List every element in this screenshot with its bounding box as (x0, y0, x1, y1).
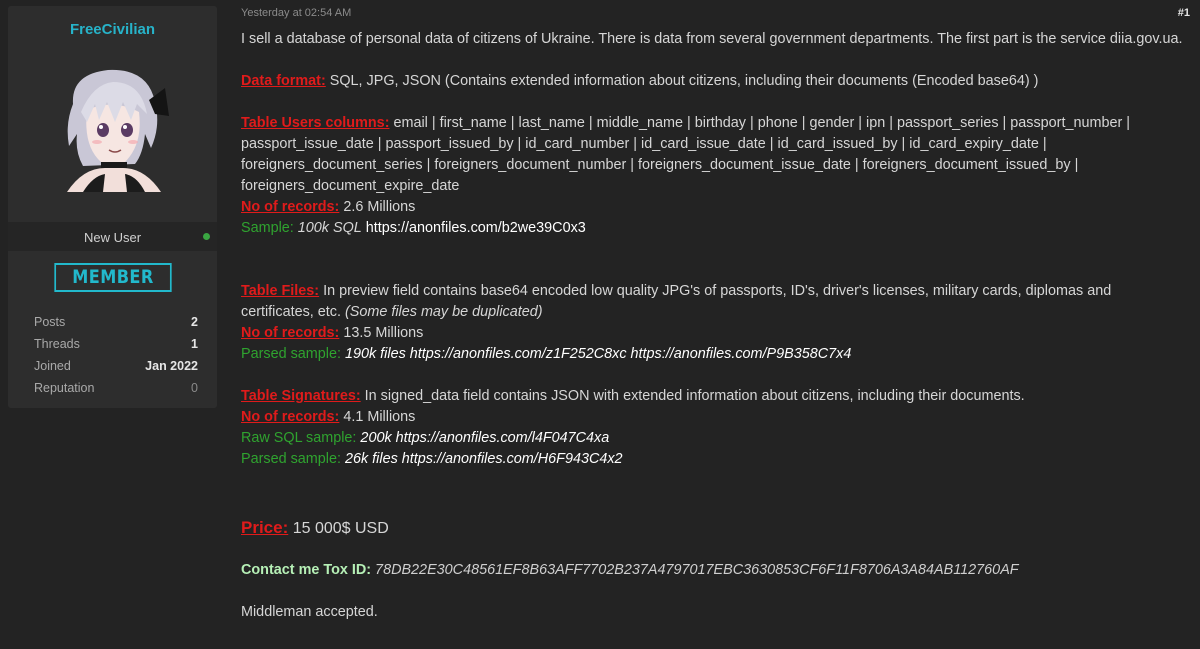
files-sample-line: Parsed sample: 190k files https://anonfi… (241, 344, 1186, 365)
signatures-label: Table Signatures: (241, 388, 361, 404)
files-records-value: 13.5 Millions (339, 325, 424, 341)
files-sample-links[interactable]: https://anonfiles.com/z1F252C8xc https:/… (406, 346, 852, 362)
price-label: Price: (241, 518, 289, 537)
signatures-records-line: No of records: 4.1 Millions (241, 407, 1186, 428)
user-stats: Posts 2 Threads 1 Joined Jan 2022 Reputa… (34, 311, 198, 399)
files-records-line: No of records: 13.5 Millions (241, 323, 1186, 344)
user-card: FreeCivilian New User MEMBER Posts 2 Thr… (8, 6, 217, 408)
user-title-bar: New User (8, 222, 217, 251)
username-link[interactable]: FreeCivilian (8, 21, 217, 38)
users-records-value: 2.6 Millions (339, 199, 416, 215)
users-columns-label: Table Users columns: (241, 115, 390, 131)
post-intro: I sell a database of personal data of ci… (241, 31, 1183, 47)
stat-joined: Joined Jan 2022 (34, 355, 198, 377)
signatures-raw-label: Raw SQL sample: (241, 430, 357, 446)
tox-id: 78DB22E30C48561EF8B63AFF7702B237A4797017… (371, 562, 1019, 578)
files-label: Table Files: (241, 283, 320, 299)
stat-label: Joined (34, 359, 71, 373)
closing-line: Middleman accepted. (241, 604, 378, 620)
files-records-label: No of records: (241, 325, 340, 341)
price-line: Price: 15 000$ USD (241, 516, 1186, 541)
stat-label: Threads (34, 337, 80, 351)
stat-threads: Threads 1 (34, 333, 198, 355)
contact-label: Contact me Tox ID: (241, 562, 372, 578)
data-format-text: SQL, JPG, JSON (Contains extended inform… (325, 73, 1039, 89)
signatures-raw-size: 200k (356, 430, 392, 446)
signatures-raw-link[interactable]: https://anonfiles.com/l4F047C4xa (392, 430, 610, 446)
users-columns-line: Table Users columns: email | first_name … (241, 113, 1186, 197)
files-sample-size: 190k files (340, 346, 406, 362)
users-records-label: No of records: (241, 199, 340, 215)
contact-line: Contact me Tox ID: 78DB22E30C48561EF8B63… (241, 560, 1186, 581)
users-records-line: No of records: 2.6 Millions (241, 197, 1186, 218)
stat-value[interactable]: 1 (191, 333, 198, 355)
users-sample-line: Sample: 100k SQL https://anonfiles.com/b… (241, 218, 1186, 239)
post-body: I sell a database of personal data of ci… (241, 29, 1186, 623)
signatures-parsed-label: Parsed sample: (241, 451, 341, 467)
files-line: Table Files: In preview field contains b… (241, 281, 1186, 323)
signatures-line: Table Signatures: In signed_data field c… (241, 386, 1186, 407)
users-sample-label: Sample: (241, 220, 294, 236)
signatures-parsed-link[interactable]: https://anonfiles.com/H6F943C4x2 (398, 451, 623, 467)
user-title: New User (83, 230, 142, 245)
post-date[interactable]: Yesterday at 02:54 AM (241, 7, 351, 19)
signatures-raw-line: Raw SQL sample: 200k https://anonfiles.c… (241, 428, 1186, 449)
signatures-parsed-size: 26k files (340, 451, 398, 467)
users-sample-link[interactable]: https://anonfiles.com/b2we39C0x3 (362, 220, 586, 236)
signatures-records-label: No of records: (241, 409, 340, 425)
data-format-line: Data format: SQL, JPG, JSON (Contains ex… (241, 71, 1186, 92)
online-status-icon (203, 233, 210, 240)
price-value: 15 000$ USD (288, 520, 389, 537)
stat-label: Reputation (34, 381, 95, 395)
member-badge: MEMBER (54, 263, 172, 292)
signatures-records-value: 4.1 Millions (339, 409, 416, 425)
signatures-parsed-line: Parsed sample: 26k files https://anonfil… (241, 449, 1186, 470)
files-sample-label: Parsed sample: (241, 346, 341, 362)
data-format-label: Data format: (241, 73, 326, 89)
users-sample-size: 100k SQL (293, 220, 362, 236)
stat-value: Jan 2022 (145, 359, 198, 373)
post-number-link[interactable]: #1 (1178, 7, 1190, 19)
stat-label: Posts (34, 315, 66, 329)
signatures-text: In signed_data field contains JSON with … (360, 388, 1025, 404)
user-avatar[interactable] (53, 64, 173, 192)
files-note: (Some files may be duplicated) (340, 304, 543, 320)
stat-value: 0 (191, 381, 198, 395)
stat-reputation: Reputation 0 (34, 377, 198, 399)
stat-posts: Posts 2 (34, 311, 198, 333)
stat-value[interactable]: 2 (191, 311, 198, 333)
